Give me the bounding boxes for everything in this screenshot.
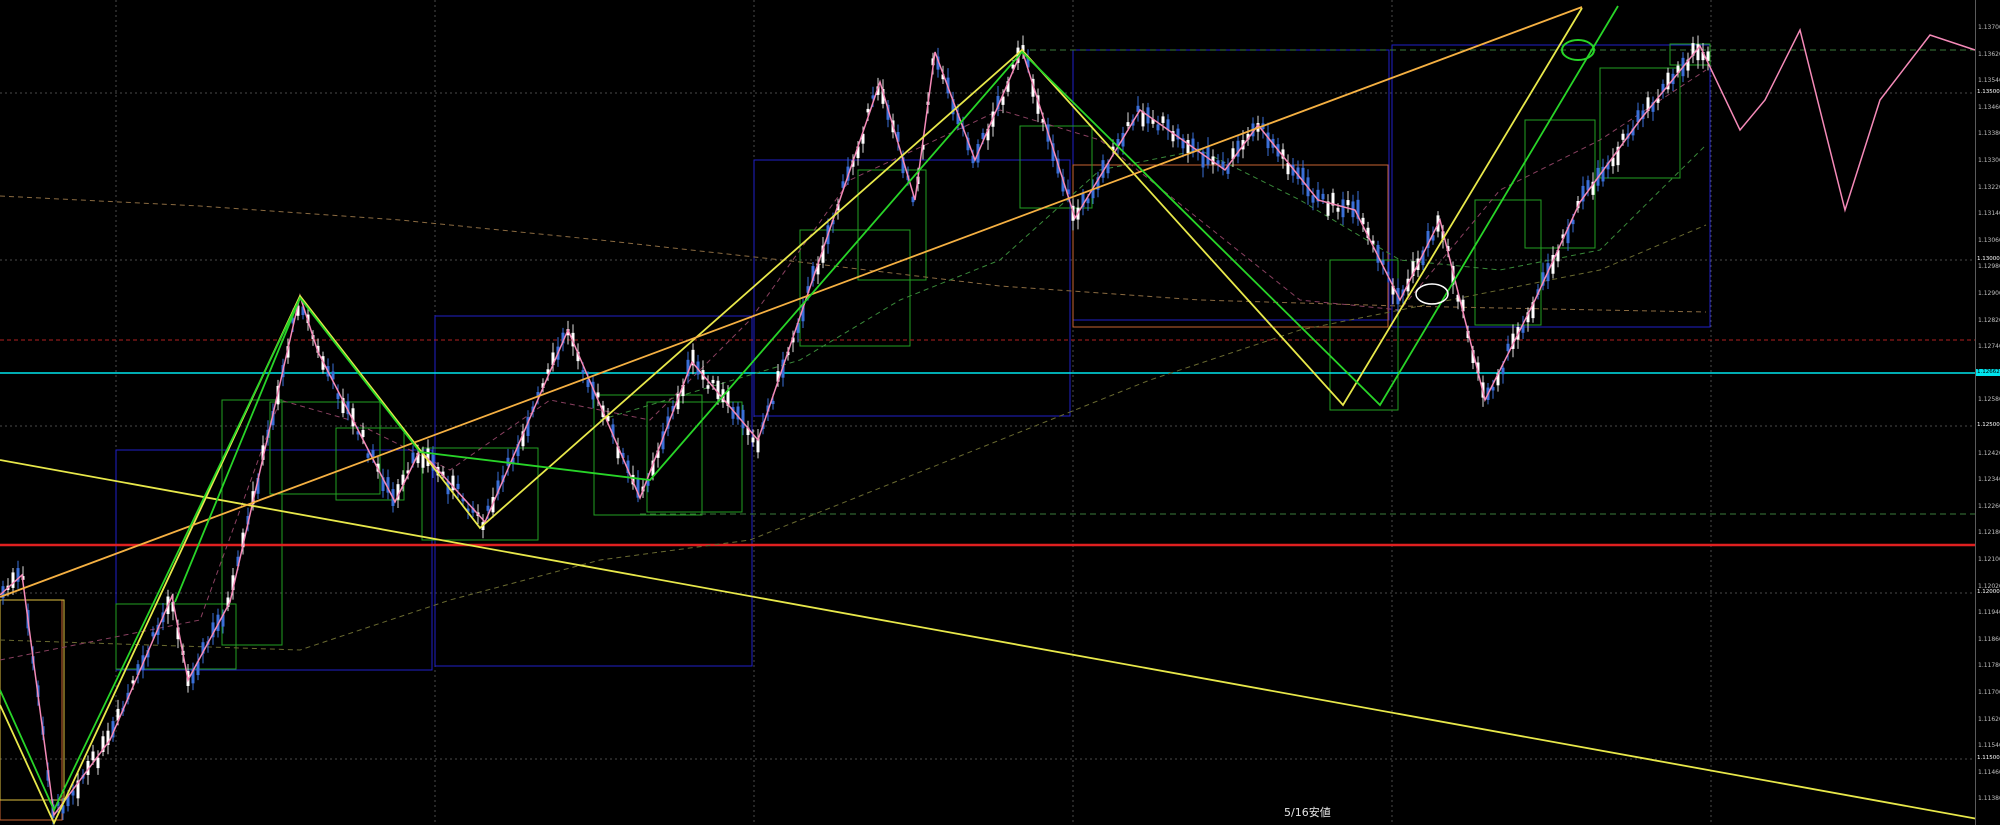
date-annotation: 5/16安値 bbox=[1284, 806, 1331, 819]
price-level-tag: 1.13500 bbox=[1976, 89, 2000, 96]
price-tick-label: 1.11780 bbox=[1978, 662, 2000, 670]
price-tick-label: 1.12980 bbox=[1978, 263, 2000, 271]
price-chart[interactable] bbox=[0, 0, 2000, 825]
candle-body bbox=[1266, 132, 1270, 149]
candle-body bbox=[751, 437, 755, 443]
range-boxes-green bbox=[115, 43, 1711, 670]
candle-body bbox=[706, 385, 710, 389]
candle-body bbox=[366, 453, 370, 458]
candle-body bbox=[581, 370, 585, 374]
price-tick-label: 1.13060 bbox=[1978, 236, 2000, 244]
price-tick-label: 1.11540 bbox=[1978, 742, 2000, 750]
price-tick-label: 1.12260 bbox=[1978, 502, 2000, 510]
candle-body bbox=[1501, 367, 1505, 375]
price-level-tag: 1.12500 bbox=[1976, 422, 2000, 429]
price-tick-label: 1.13620 bbox=[1978, 50, 2000, 58]
price-tick-label: 1.13380 bbox=[1978, 130, 2000, 138]
price-tick-label: 1.13700 bbox=[1978, 24, 2000, 31]
price-level-tag: 1.12662 bbox=[1976, 369, 2000, 376]
candle-body bbox=[741, 409, 745, 429]
price-tick-label: 1.13540 bbox=[1978, 77, 2000, 85]
range-boxes-blue bbox=[115, 44, 1711, 671]
trendline-orange bbox=[0, 6, 1583, 598]
price-level-tag: 1.11500 bbox=[1976, 755, 2000, 762]
ellipse-marker-icon[interactable] bbox=[1561, 39, 1595, 61]
price-tick-label: 1.11380 bbox=[1978, 795, 2000, 803]
candle-body bbox=[716, 380, 720, 399]
price-tick-label: 1.12580 bbox=[1978, 396, 2000, 404]
price-level-tag: 1.13000 bbox=[1976, 256, 2000, 263]
price-tick-label: 1.11700 bbox=[1978, 689, 2000, 696]
candle-body bbox=[1186, 139, 1190, 154]
candle-body bbox=[361, 429, 365, 438]
price-tick-label: 1.12900 bbox=[1978, 290, 2000, 297]
price-tick-label: 1.13300 bbox=[1978, 157, 2000, 164]
price-tick-label: 1.12820 bbox=[1978, 316, 2000, 324]
candle-body bbox=[11, 572, 15, 588]
candle-body bbox=[1341, 199, 1345, 218]
candle-body bbox=[1621, 133, 1625, 140]
price-level-tag: 1.12000 bbox=[1976, 589, 2000, 596]
price-tick-label: 1.13460 bbox=[1978, 103, 2000, 111]
candle-body bbox=[96, 757, 100, 769]
candle-body bbox=[1336, 207, 1340, 212]
price-tick-label: 1.11620 bbox=[1978, 715, 2000, 723]
candle-body bbox=[1206, 146, 1210, 165]
candle-body bbox=[151, 632, 155, 637]
price-tick-label: 1.12180 bbox=[1978, 529, 2000, 537]
candle-body bbox=[771, 400, 775, 405]
price-tick-label: 1.12340 bbox=[1978, 476, 2000, 484]
candle-body bbox=[1321, 193, 1325, 200]
candle-body bbox=[1126, 122, 1130, 127]
candle-body bbox=[1311, 195, 1315, 203]
price-tick-label: 1.12420 bbox=[1978, 449, 2000, 457]
candle-body bbox=[91, 751, 95, 761]
ellipse-marker-icon[interactable] bbox=[1415, 283, 1449, 305]
price-tick-label: 1.11860 bbox=[1978, 635, 2000, 643]
price-tick-label: 1.12740 bbox=[1978, 343, 2000, 351]
candle-body bbox=[1156, 124, 1160, 131]
price-tick-label: 1.11460 bbox=[1978, 768, 2000, 776]
candle-body bbox=[1346, 200, 1350, 206]
price-tick-label: 1.11940 bbox=[1978, 609, 2000, 617]
candle-body bbox=[486, 505, 490, 511]
price-tick-label: 1.12100 bbox=[1978, 556, 2000, 563]
price-tick-label: 1.13220 bbox=[1978, 183, 2000, 191]
price-tick-label: 1.13140 bbox=[1978, 210, 2000, 218]
candle-body bbox=[1506, 343, 1510, 352]
candle-body bbox=[711, 379, 715, 384]
candle-body bbox=[1191, 138, 1195, 153]
candle-body bbox=[456, 483, 460, 489]
channel-green bbox=[0, 5, 1619, 813]
price-axis[interactable]: 1.13700 1.13620 1.13540 1.13460 1.13380 1.133… bbox=[1975, 0, 2000, 825]
candle-body bbox=[1161, 116, 1165, 123]
